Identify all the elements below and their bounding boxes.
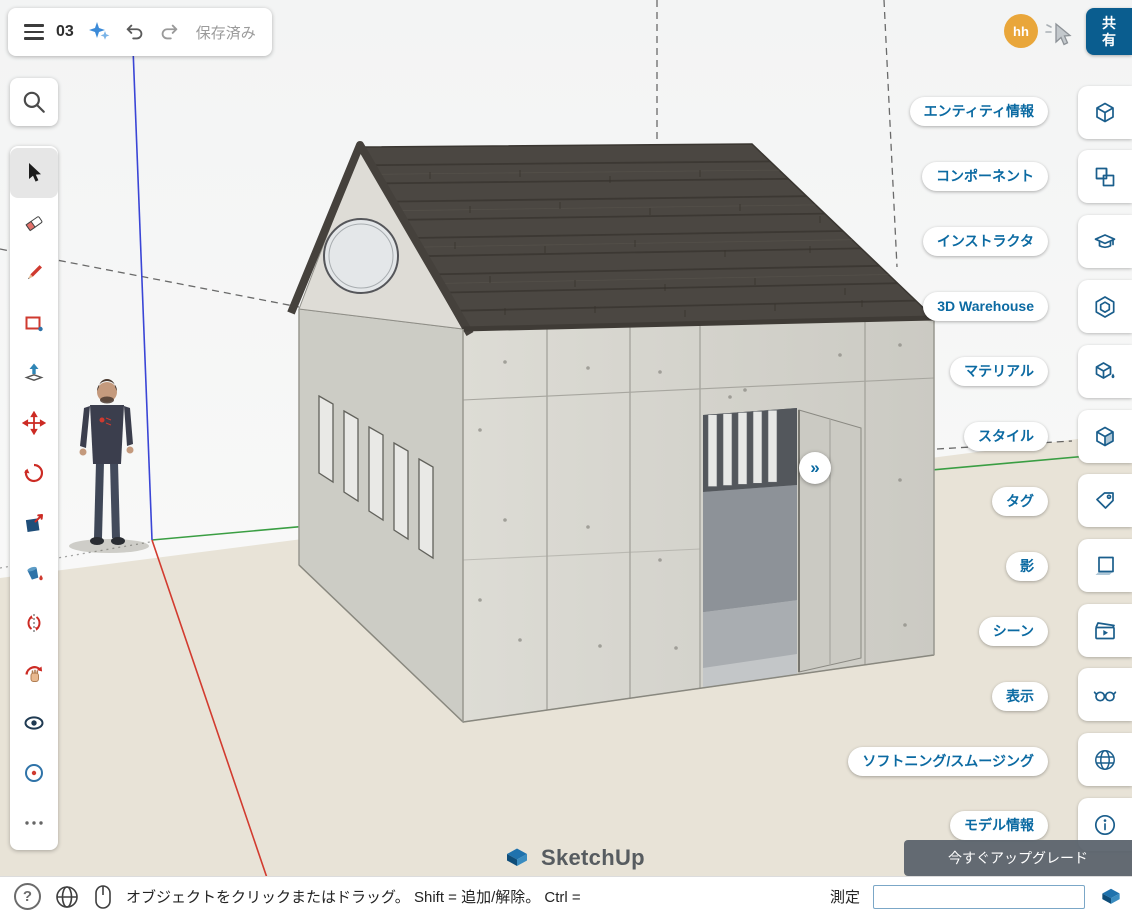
more-tools[interactable] (10, 798, 58, 848)
ellipsis-icon (22, 811, 46, 835)
sparkle-icon[interactable] (86, 20, 112, 44)
doorway (703, 408, 797, 688)
panel-label-model-info[interactable]: モデル情報 (950, 811, 1048, 840)
flip-icon (22, 611, 46, 635)
mouse-hint-icon (93, 884, 113, 910)
panel-button-shadows[interactable] (1078, 539, 1132, 592)
round-window (324, 219, 398, 293)
door-leaf[interactable] (799, 410, 861, 672)
viewport-3d[interactable] (0, 0, 1132, 916)
panel-button-materials[interactable] (1078, 345, 1132, 398)
saved-status: 保存済み (196, 22, 256, 43)
share-button[interactable]: 共有 (1086, 8, 1132, 55)
undo-icon[interactable] (124, 21, 146, 43)
status-hint: オブジェクトをクリックまたはドラッグ。 Shift = 追加/解除。 Ctrl … (126, 886, 581, 907)
house-model[interactable] (291, 144, 934, 722)
measurement-label: 測定 (830, 886, 860, 907)
panel-button-soften-smooth[interactable] (1078, 733, 1132, 786)
panel-label-display[interactable]: 表示 (992, 682, 1048, 711)
pencil-icon (22, 261, 46, 285)
paint-bucket-tool[interactable] (10, 548, 58, 598)
instructor-icon (1092, 229, 1118, 255)
panel-button-entity-info[interactable] (1078, 86, 1132, 139)
eye-icon (22, 711, 46, 735)
status-bar: ? オブジェクトをクリックまたはドラッグ。 Shift = 追加/解除。 Ctr… (0, 876, 1132, 916)
section-plane-tool[interactable] (10, 498, 58, 548)
circle-icon (22, 761, 46, 785)
rotate-tool[interactable] (10, 448, 58, 498)
styles-icon (1092, 424, 1118, 450)
components-icon (1092, 164, 1118, 190)
look-around-tool[interactable] (10, 698, 58, 748)
sketchup-web-app: 03 保存済み (0, 0, 1132, 916)
panel-label-scenes[interactable]: シーン (979, 617, 1048, 646)
push-pull-tool[interactable] (10, 348, 58, 398)
panel-label-entity-info[interactable]: エンティティ情報 (910, 97, 1048, 126)
document-toolbar: 03 保存済み (8, 8, 272, 56)
panel-label-components[interactable]: コンポーネント (922, 162, 1048, 191)
share-label: 共有 (1101, 15, 1117, 49)
shadows-icon (1092, 553, 1118, 579)
collaborator-cursor-icon (1044, 18, 1076, 50)
line-tool[interactable] (10, 248, 58, 298)
tags-icon (1092, 488, 1118, 514)
tool-palette (10, 146, 58, 850)
entity-info-icon (1092, 100, 1118, 126)
select-cursor-icon (22, 161, 46, 185)
panel-button-components[interactable] (1078, 150, 1132, 203)
sketchup-watermark: SketchUp (502, 843, 645, 873)
orbit-tool[interactable] (10, 648, 58, 698)
paint-bucket-icon (22, 561, 46, 585)
panel-label-styles[interactable]: スタイル (964, 422, 1048, 451)
display-icon (1092, 682, 1118, 708)
menu-icon[interactable] (24, 24, 44, 40)
panel-button-instructor[interactable] (1078, 215, 1132, 268)
move-icon (22, 411, 46, 435)
section-plane-icon (22, 511, 46, 535)
panel-label-instructor[interactable]: インストラクタ (923, 227, 1048, 256)
panel-button-scenes[interactable] (1078, 604, 1132, 657)
panel-label-tags[interactable]: タグ (992, 487, 1048, 516)
eraser-tool[interactable] (10, 198, 58, 248)
upgrade-button[interactable]: 今すぐアップグレード (904, 840, 1132, 876)
panel-label-3d-warehouse[interactable]: 3D Warehouse (923, 292, 1048, 321)
eraser-icon (22, 211, 46, 235)
measurement-input[interactable] (873, 885, 1085, 909)
redo-icon[interactable] (158, 21, 180, 43)
document-title[interactable]: 03 (56, 23, 74, 41)
soften-smooth-icon (1092, 747, 1118, 773)
search-icon (21, 89, 47, 115)
flip-tool[interactable] (10, 598, 58, 648)
help-button[interactable]: ? (14, 883, 41, 910)
sketchup-mini-logo-icon (1098, 884, 1124, 910)
model-info-icon (1092, 812, 1118, 838)
materials-icon (1092, 359, 1118, 385)
rectangle-icon (22, 311, 46, 335)
move-tool[interactable] (10, 398, 58, 448)
circle-tool[interactable] (10, 748, 58, 798)
panel-label-shadows[interactable]: 影 (1006, 552, 1048, 581)
expand-panel-button[interactable]: » (799, 452, 831, 484)
watermark-text: SketchUp (541, 845, 645, 871)
panel-button-styles[interactable] (1078, 410, 1132, 463)
globe-button[interactable] (54, 884, 80, 910)
panel-label-soften-smooth[interactable]: ソフトニング/スムージング (848, 747, 1048, 776)
panel-button-tags[interactable] (1078, 474, 1132, 527)
panel-button-3d-warehouse[interactable] (1078, 280, 1132, 333)
panel-label-materials[interactable]: マテリアル (950, 357, 1048, 386)
select-tool[interactable] (10, 148, 58, 198)
scenes-icon (1092, 618, 1118, 644)
warehouse-icon (1092, 294, 1118, 320)
panel-button-display[interactable] (1078, 668, 1132, 721)
search-tool-button[interactable] (10, 78, 58, 126)
orbit-hand-icon (22, 661, 46, 685)
shapes-tool[interactable] (10, 298, 58, 348)
avatar[interactable]: hh (1004, 14, 1038, 48)
sketchup-logo-icon (502, 843, 532, 873)
rotate-icon (22, 461, 46, 485)
push-pull-icon (22, 361, 46, 385)
